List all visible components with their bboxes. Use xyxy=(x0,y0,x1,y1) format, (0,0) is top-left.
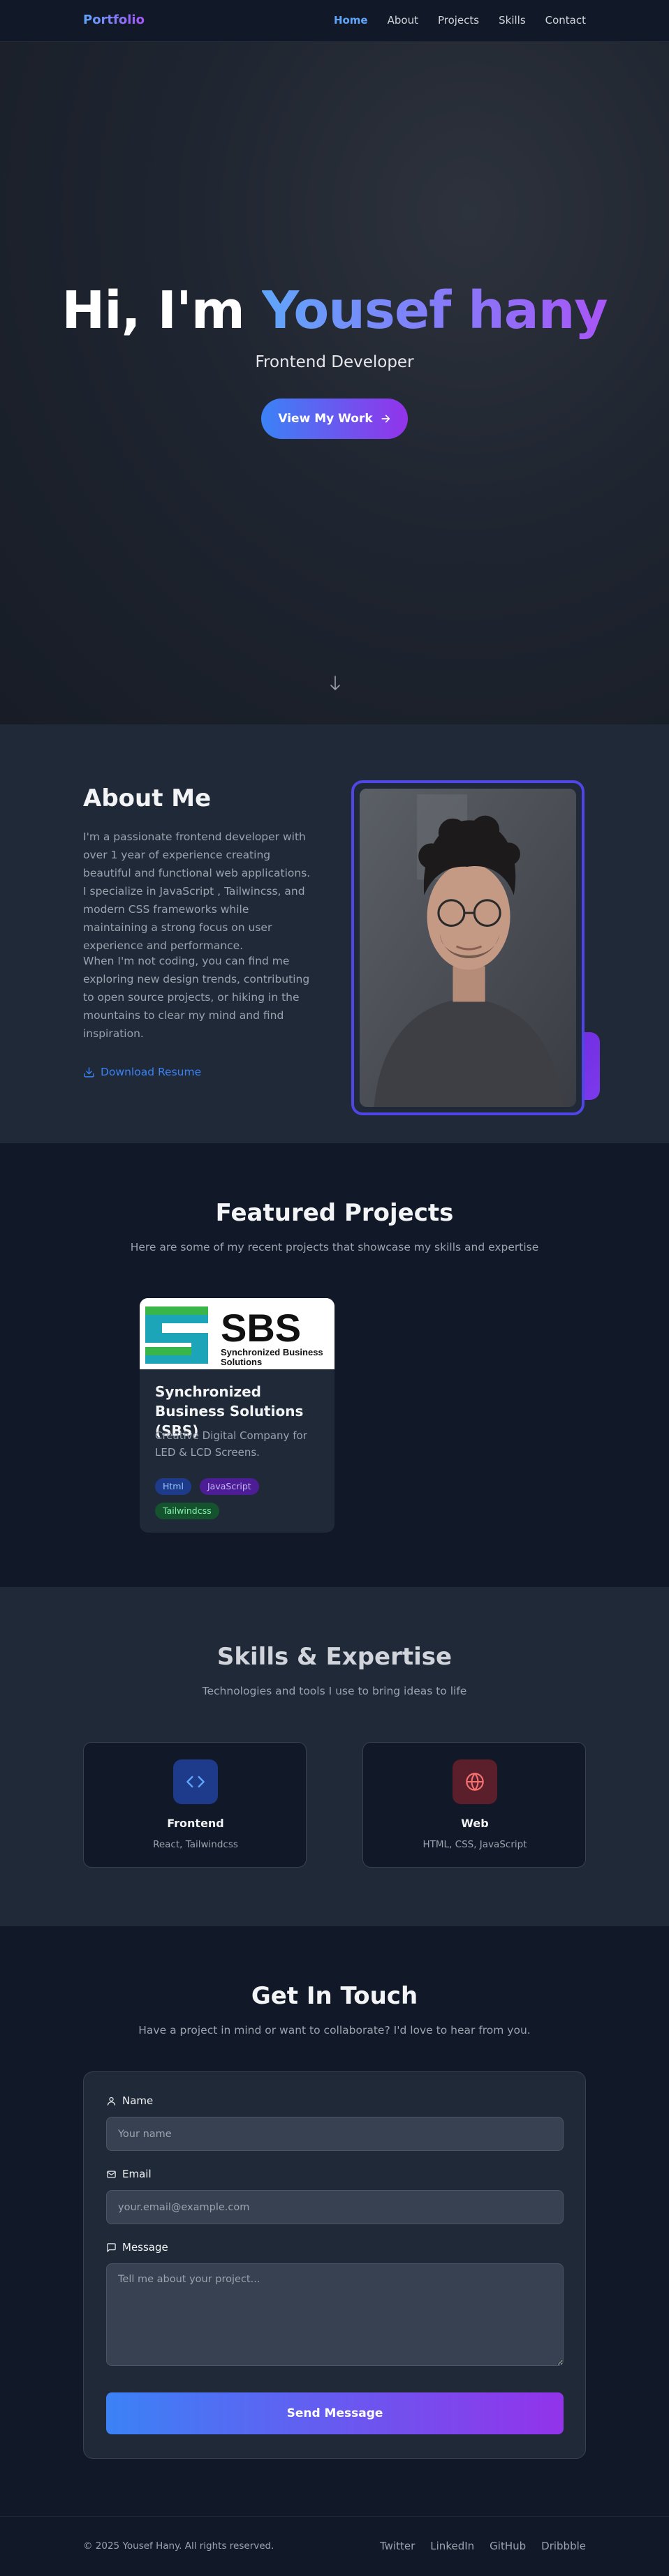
about-paragraph-2: When I'm not coding, you can find me exp… xyxy=(83,955,310,1040)
footer-link-twitter[interactable]: Twitter xyxy=(380,2540,415,2552)
contact-form: Name Email Message Send Message xyxy=(83,2071,586,2459)
skill-name: Frontend xyxy=(167,1817,224,1830)
globe-icon xyxy=(453,1759,497,1804)
arrow-right-icon xyxy=(381,415,390,423)
code-icon xyxy=(173,1759,218,1804)
tag-javascript: JavaScript xyxy=(200,1478,259,1495)
contact-title: Get In Touch xyxy=(251,1982,418,2010)
project-logo: SBS Synchronized Business Solutions xyxy=(140,1298,334,1369)
name-label: Name xyxy=(106,2094,153,2107)
skills-section: Skills & Expertise Technologies and tool… xyxy=(0,1587,669,1926)
footer-link-dribbble[interactable]: Dribbble xyxy=(541,2540,586,2552)
nav-links: Home About Projects Skills Contact xyxy=(334,14,586,27)
skill-name: Web xyxy=(461,1817,489,1830)
message-label-text: Message xyxy=(122,2241,168,2254)
project-description: Creative Digital Company for LED & LCD S… xyxy=(155,1429,307,1459)
message-textarea[interactable] xyxy=(106,2263,564,2366)
hero-greeting: Hi, I'm xyxy=(61,281,244,341)
projects-section: Featured Projects Here are some of my re… xyxy=(0,1143,669,1587)
email-label: Email xyxy=(106,2168,152,2180)
name-label-text: Name xyxy=(122,2094,154,2107)
user-icon xyxy=(107,2097,116,2106)
projects-title: Featured Projects xyxy=(215,1199,454,1227)
project-card[interactable]: SBS Synchronized Business Solutions Sync… xyxy=(140,1298,334,1533)
project-logo-text: SBS xyxy=(221,1306,301,1350)
mail-icon xyxy=(107,2171,116,2177)
download-resume-label: Download Resume xyxy=(101,1066,202,1078)
about-paragraph-1: I'm a passionate frontend developer with… xyxy=(83,831,311,952)
copyright-text: © 2025 Yousef Hany. All rights reserved. xyxy=(83,2540,274,2552)
hero-name: Yousef hany xyxy=(261,281,608,341)
skill-card-frontend: Frontend React, Tailwindcss xyxy=(83,1742,307,1868)
skill-description: React, Tailwindcss xyxy=(153,1839,238,1850)
nav-link-contact[interactable]: Contact xyxy=(545,14,586,27)
footer: © 2025 Yousef Hany. All rights reserved.… xyxy=(0,2516,669,2576)
hero-title: Hi, I'm Yousef hany xyxy=(0,281,669,341)
tag-tailwindcss: Tailwindcss xyxy=(155,1503,219,1519)
send-message-button[interactable]: Send Message xyxy=(106,2392,564,2434)
arrow-down-icon[interactable] xyxy=(330,675,341,692)
download-resume-link[interactable]: Download Resume xyxy=(83,1066,201,1078)
hero-section: Hi, I'm Yousef hany Frontend Developer V… xyxy=(0,42,669,724)
contact-subtitle: Have a project in mind or want to collab… xyxy=(138,2024,531,2037)
about-title: About Me xyxy=(83,784,212,812)
message-icon xyxy=(107,2242,116,2252)
site-logo[interactable]: Portfolio xyxy=(83,13,145,27)
email-label-text: Email xyxy=(122,2168,152,2180)
nav-link-home[interactable]: Home xyxy=(334,14,368,27)
top-navbar: Portfolio Home About Projects Skills Con… xyxy=(0,0,669,42)
message-label: Message xyxy=(106,2241,168,2254)
nav-link-skills[interactable]: Skills xyxy=(499,14,526,27)
email-input[interactable] xyxy=(106,2190,564,2224)
view-my-work-label: View My Work xyxy=(278,412,373,426)
skill-card-web: Web HTML, CSS, JavaScript xyxy=(362,1742,586,1868)
skill-description: HTML, CSS, JavaScript xyxy=(422,1839,527,1850)
contact-section: Get In Touch Have a project in mind or w… xyxy=(0,1926,669,2516)
profile-photo-frame xyxy=(351,780,585,1115)
projects-subtitle: Here are some of my recent projects that… xyxy=(130,1241,539,1253)
project-logo-line2: Solutions xyxy=(221,1357,262,1367)
nav-link-projects[interactable]: Projects xyxy=(438,14,479,27)
nav-link-about[interactable]: About xyxy=(388,14,418,27)
hero-subtitle: Frontend Developer xyxy=(255,353,414,371)
download-icon xyxy=(84,1066,94,1078)
tag-html: Html xyxy=(155,1478,191,1495)
footer-link-github[interactable]: GitHub xyxy=(490,2540,526,2552)
skills-subtitle: Technologies and tools I use to bring id… xyxy=(202,1685,467,1697)
name-input[interactable] xyxy=(106,2117,564,2151)
view-my-work-button[interactable]: View My Work xyxy=(261,399,408,439)
skills-title: Skills & Expertise xyxy=(216,1643,453,1671)
about-section: About Me I'm a passionate frontend devel… xyxy=(0,724,669,1143)
footer-links: Twitter LinkedIn GitHub Dribbble xyxy=(380,2540,586,2552)
profile-photo xyxy=(360,789,576,1107)
footer-link-linkedin[interactable]: LinkedIn xyxy=(430,2540,474,2552)
project-logo-line1: Synchronized Business xyxy=(221,1347,323,1357)
